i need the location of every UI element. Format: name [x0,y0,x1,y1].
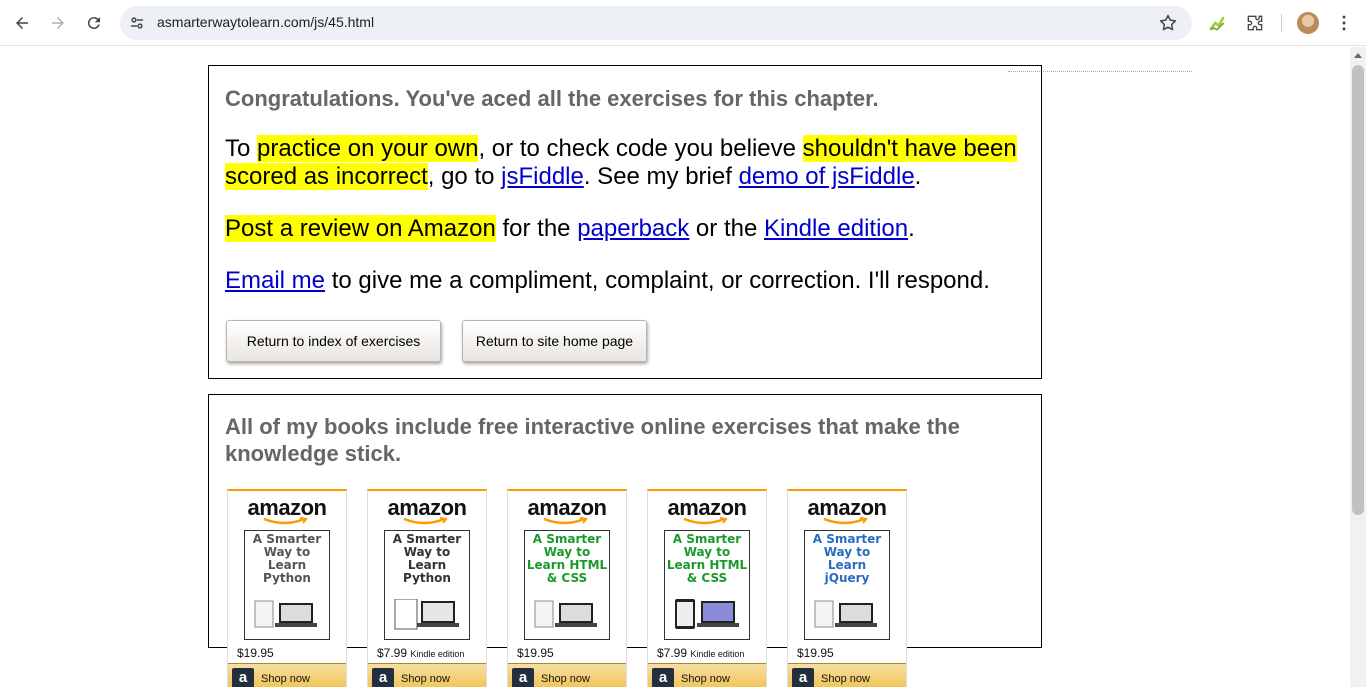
vertical-scrollbar[interactable] [1350,47,1366,687]
congrats-panel: Congratulations. You've aced all the exe… [208,65,1042,379]
price-value: $19.95 [517,646,554,660]
url-text[interactable]: asmarterwaytolearn.com/js/45.html [157,14,374,30]
book-card-html-css-paperback[interactable]: amazon A Smarter Way to Learn HTML & CSS… [507,489,627,687]
highlight-practice: practice on your own [257,135,479,162]
book-title: A Smarter Way to Learn HTML & CSS [526,532,608,585]
practice-paragraph: To practice on your own, or to check cod… [225,135,1025,191]
price-value: $7.99 [377,646,408,660]
price-value: $7.99 [657,646,688,660]
toolbar-divider [1281,14,1282,32]
shop-now-label: Shop now [261,673,310,685]
book-price: $7.99 Kindle edition [377,646,464,660]
book-card-jquery-paperback[interactable]: amazon A Smarter Way to Learn jQuery $19… [787,489,907,687]
text: , or to check code you believe [478,135,803,162]
forward-icon[interactable] [46,11,70,35]
extensions-puzzle-icon[interactable] [1243,11,1267,35]
amazon-a-icon: a [372,668,394,687]
scroll-up-arrow-icon[interactable] [1354,53,1362,58]
shop-now-button[interactable]: a Shop now [508,663,626,687]
reload-icon[interactable] [82,11,106,35]
paperback-link[interactable]: paperback [577,215,689,242]
text: . [914,163,922,190]
shop-now-button[interactable]: a Shop now [648,663,766,687]
site-info-icon[interactable] [128,14,146,32]
address-bar[interactable]: asmarterwaytolearn.com/js/45.html [120,6,1192,40]
text: for the [495,215,578,242]
edition-label: Kindle edition [690,649,745,659]
book-card-html-css-kindle[interactable]: amazon A Smarter Way to Learn HTML & CSS… [647,489,767,687]
price-value: $19.95 [237,646,274,660]
review-paragraph: Post a review on Amazon for the paperbac… [225,215,1025,243]
book-cover[interactable]: A Smarter Way to Learn Python [244,530,330,640]
text: or the [689,215,764,242]
amazon-a-icon: a [512,668,534,687]
jsfiddle-link[interactable]: jsFiddle [501,163,584,190]
book-title: A Smarter Way to Learn HTML & CSS [666,532,748,585]
shop-now-button[interactable]: a Shop now [368,663,486,687]
scroll-thumb[interactable] [1352,65,1364,515]
text: to give me a compliment, complaint, or c… [325,267,990,294]
text: . [908,215,915,242]
text: To [225,135,258,162]
demo-jsfiddle-link[interactable]: demo of jsFiddle [739,163,915,190]
book-title: A Smarter Way to Learn Python [252,532,322,585]
shop-now-label: Shop now [541,673,590,685]
extension-graph-icon[interactable] [1205,11,1229,35]
book-card-python-paperback[interactable]: amazon A Smarter Way to Learn Python $19… [227,489,347,687]
laptop-tablet-illustration [394,599,459,630]
laptop-tablet-illustration [254,600,317,628]
book-cover[interactable]: A Smarter Way to Learn HTML & CSS [524,530,610,640]
shop-now-button[interactable]: a Shop now [228,663,346,687]
text: . See my brief [583,163,739,190]
amazon-smile-icon [403,517,448,525]
laptop-tablet-illustration [675,599,739,629]
book-title: A Smarter Way to Learn jQuery [812,532,882,585]
shop-now-label: Shop now [401,673,450,685]
book-title: A Smarter Way to Learn Python [392,532,462,585]
return-home-button[interactable]: Return to site home page [462,320,647,362]
book-cover[interactable]: A Smarter Way to Learn jQuery [804,530,890,640]
back-icon[interactable] [10,11,34,35]
amazon-smile-icon [543,517,588,525]
book-cover[interactable]: A Smarter Way to Learn Python [384,530,470,640]
bookmark-star-icon[interactable] [1158,13,1178,33]
amazon-smile-icon [823,517,868,525]
highlight-review: Post a review on Amazon [225,215,496,242]
book-price: $19.95 [517,646,554,660]
amazon-smile-icon [263,517,308,525]
laptop-tablet-illustration [814,600,877,628]
book-price: $7.99 Kindle edition [657,646,744,660]
price-value: $19.95 [797,646,834,660]
amazon-a-icon: a [652,668,674,687]
laptop-tablet-illustration [534,600,597,628]
book-price: $19.95 [237,646,274,660]
shop-now-label: Shop now [681,673,730,685]
email-me-link[interactable]: Email me [225,267,325,294]
book-card-python-kindle[interactable]: amazon A Smarter Way to Learn Python $7.… [367,489,487,687]
text: , go to [427,163,502,190]
amazon-a-icon: a [232,668,254,687]
shop-now-button[interactable]: a Shop now [788,663,906,687]
page-content: Congratulations. You've aced all the exe… [0,47,1350,687]
profile-avatar[interactable] [1297,12,1319,34]
book-price: $19.95 [797,646,834,660]
amazon-a-icon: a [792,668,814,687]
shop-now-label: Shop now [821,673,870,685]
book-cover[interactable]: A Smarter Way to Learn HTML & CSS [664,530,750,640]
amazon-smile-icon [683,517,728,525]
browser-toolbar: asmarterwaytolearn.com/js/45.html [0,0,1366,46]
kindle-edition-link[interactable]: Kindle edition [764,215,908,242]
email-paragraph: Email me to give me a compliment, compla… [225,267,1025,295]
return-index-button[interactable]: Return to index of exercises [226,320,441,362]
books-heading: All of my books include free interactive… [225,414,960,466]
congrats-heading: Congratulations. You've aced all the exe… [225,86,879,111]
edition-label: Kindle edition [410,649,465,659]
menu-kebab-icon[interactable] [1332,11,1356,35]
